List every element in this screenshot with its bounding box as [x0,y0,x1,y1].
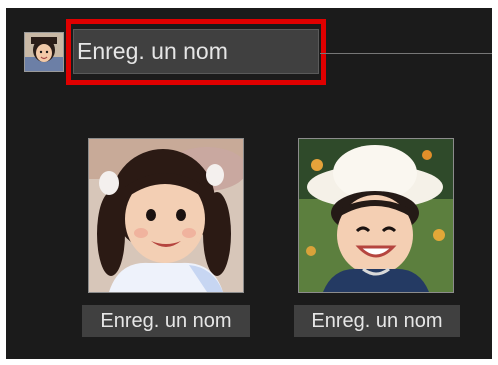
people-panel: Enreg. un nom Enreg. un nom Enreg. un no… [6,8,492,359]
face-photo-1[interactable] [88,138,244,293]
group-divider [320,53,492,54]
group-name-input[interactable]: Enreg. un nom [73,29,319,74]
face-photo-2[interactable] [298,138,454,293]
face-1-name-input[interactable]: Enreg. un nom [82,305,250,337]
group-face-thumbnail[interactable] [24,32,64,72]
face-2-name-input[interactable]: Enreg. un nom [294,305,460,337]
